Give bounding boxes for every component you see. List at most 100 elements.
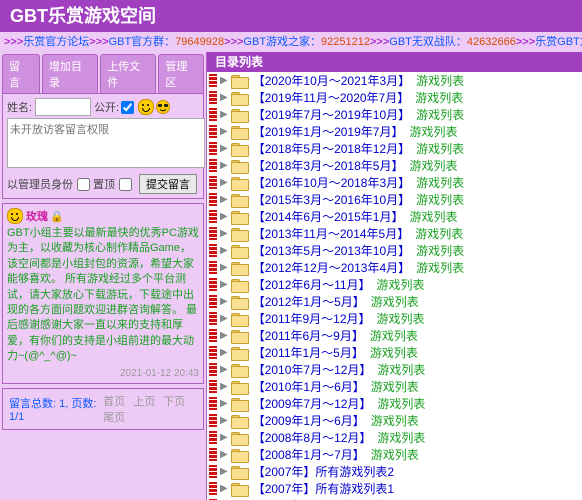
folder-icon: [231, 177, 249, 189]
folder-name[interactable]: 【2011年1月～5月】: [253, 344, 364, 361]
game-list-link[interactable]: 游戏列表: [370, 344, 418, 361]
game-list-link[interactable]: 游戏列表: [416, 140, 464, 157]
name-input[interactable]: [35, 98, 91, 116]
folder-name[interactable]: 【2009年1月～6月】: [253, 412, 365, 429]
game-list-link[interactable]: 游戏列表: [416, 242, 464, 259]
game-list-link[interactable]: 游戏列表: [371, 293, 419, 310]
folder-name[interactable]: 【2008年1月～7月】: [253, 446, 365, 463]
nav-link[interactable]: 乐赏官方论坛: [23, 36, 89, 48]
folder-row[interactable]: ▶【2018年3月～2018年5月】游戏列表: [207, 157, 582, 174]
folder-row[interactable]: ▶【2009年7月～12月】游戏列表: [207, 395, 582, 412]
game-list-link[interactable]: 游戏列表: [415, 89, 463, 106]
folder-row[interactable]: ▶【2007年】所有游戏列表2: [207, 463, 582, 480]
folder-name[interactable]: 【2007年】所有游戏列表1: [253, 480, 394, 497]
folder-row[interactable]: ▶【2016年10月～2018年3月】游戏列表: [207, 174, 582, 191]
nav-sep: >>>: [4, 36, 23, 48]
cool-icon[interactable]: [156, 100, 170, 114]
folder-row[interactable]: ▶【2010年1月～6月】游戏列表: [207, 378, 582, 395]
folder-row[interactable]: ▶【2015年3月～2016年10月】游戏列表: [207, 191, 582, 208]
folder-name[interactable]: 【2011年6月～9月】: [253, 327, 364, 344]
folder-name[interactable]: 【2012年1月～5月】: [253, 293, 365, 310]
folder-name[interactable]: 【2010年1月～6月】: [253, 378, 365, 395]
game-list-link[interactable]: 游戏列表: [371, 378, 419, 395]
folder-row[interactable]: ▶【2011年6月～9月】游戏列表: [207, 327, 582, 344]
folder-row[interactable]: ▶【2014年6月～2015年1月】游戏列表: [207, 208, 582, 225]
folder-row[interactable]: ▶【2019年1月～2019年7月】游戏列表: [207, 123, 582, 140]
folder-name[interactable]: 【2019年11月～2020年7月】: [253, 89, 410, 106]
folder-row[interactable]: ▶【2007年】所有游戏列表1: [207, 480, 582, 497]
folder-row[interactable]: ▶【2013年11月～2014年5月】游戏列表: [207, 225, 582, 242]
sidebar-tab[interactable]: 增加目录: [42, 54, 98, 93]
folder-row[interactable]: ▶【2008年1月～7月】游戏列表: [207, 446, 582, 463]
folder-row[interactable]: ▶【2018年5月～2018年12月】游戏列表: [207, 140, 582, 157]
folder-row[interactable]: ▶【2020年10月～2021年3月】游戏列表: [207, 72, 582, 89]
nav-link[interactable]: GBT无双战队：: [389, 36, 467, 48]
folder-name[interactable]: 【2016年10月～2018年3月】: [253, 174, 410, 191]
pager-last[interactable]: 尾页: [103, 412, 125, 424]
game-list-link[interactable]: 游戏列表: [377, 395, 425, 412]
folder-name[interactable]: 【2013年11月～2014年5月】: [253, 225, 410, 242]
folder-name[interactable]: 【2007年】所有游戏列表2: [253, 463, 394, 480]
folder-name[interactable]: 【2019年1月～2019年7月】: [253, 123, 404, 140]
folder-name[interactable]: 【2014年6月～2015年1月】: [253, 208, 404, 225]
pager-prev[interactable]: 上页: [133, 396, 155, 408]
folder-name[interactable]: 【2018年5月～2018年12月】: [253, 140, 410, 157]
folder-name[interactable]: 【2015年3月～2016年10月】: [253, 191, 410, 208]
game-list-link[interactable]: 游戏列表: [409, 157, 457, 174]
submit-button[interactable]: 提交留言: [139, 174, 197, 194]
game-list-link[interactable]: 游戏列表: [371, 412, 419, 429]
comment-textarea[interactable]: [7, 118, 205, 168]
folder-name[interactable]: 【2012年12月～2013年4月】: [253, 259, 410, 276]
folder-name[interactable]: 【2008年8月～12月】: [253, 429, 372, 446]
game-list-link[interactable]: 游戏列表: [371, 446, 419, 463]
folder-name[interactable]: 【2018年3月～2018年5月】: [253, 157, 404, 174]
game-list-link[interactable]: 游戏列表: [377, 276, 425, 293]
game-list-link[interactable]: 游戏列表: [409, 208, 457, 225]
game-list-link[interactable]: 游戏列表: [416, 106, 464, 123]
folder-row[interactable]: ▶【2012年1月～5月】游戏列表: [207, 293, 582, 310]
game-list-link[interactable]: 游戏列表: [377, 310, 425, 327]
game-list-link[interactable]: 游戏列表: [416, 191, 464, 208]
public-checkbox[interactable]: [121, 101, 134, 114]
row-marker-icon: [209, 125, 217, 138]
game-list-link[interactable]: 游戏列表: [377, 361, 425, 378]
pin-checkbox[interactable]: [119, 178, 132, 191]
folder-row[interactable]: ▶【2011年1月～5月】游戏列表: [207, 344, 582, 361]
folder-row[interactable]: ▶【2010年7月～12月】游戏列表: [207, 361, 582, 378]
game-list-link[interactable]: 游戏列表: [409, 123, 457, 140]
sidebar-tab[interactable]: 上传文件: [100, 54, 156, 93]
smile-icon[interactable]: [138, 99, 154, 115]
pager-next[interactable]: 下页: [163, 396, 185, 408]
folder-row[interactable]: ▶【2019年11月～2020年7月】游戏列表: [207, 89, 582, 106]
folder-row[interactable]: ▶【2008年8月～12月】游戏列表: [207, 429, 582, 446]
folder-row[interactable]: ▶【2009年1月～6月】游戏列表: [207, 412, 582, 429]
game-list-link[interactable]: 游戏列表: [416, 259, 464, 276]
folder-name[interactable]: 【2012年6月～11月】: [253, 276, 371, 293]
folder-icon: [231, 75, 249, 87]
folder-icon: [231, 160, 249, 172]
pager-first[interactable]: 首页: [103, 396, 125, 408]
folder-row[interactable]: ▶【2012年12月～2013年4月】游戏列表: [207, 259, 582, 276]
game-list-link[interactable]: 游戏列表: [415, 225, 463, 242]
folder-name[interactable]: 【2019年7月～2019年10月】: [253, 106, 410, 123]
folder-row[interactable]: ▶【2019年7月～2019年10月】游戏列表: [207, 106, 582, 123]
sidebar-tab[interactable]: 留 言: [2, 54, 40, 93]
admin-label: 以管理员身份: [7, 176, 73, 192]
folder-name[interactable]: 【2010年7月～12月】: [253, 361, 372, 378]
game-list-link[interactable]: 游戏列表: [416, 174, 464, 191]
folder-row[interactable]: ▶【2011年9月～12月】游戏列表: [207, 310, 582, 327]
game-list-link[interactable]: 游戏列表: [416, 72, 464, 89]
folder-name[interactable]: 【2011年9月～12月】: [253, 310, 371, 327]
sidebar-tab[interactable]: 管理区: [158, 54, 204, 93]
folder-row[interactable]: ▶【2012年6月～11月】游戏列表: [207, 276, 582, 293]
nav-link[interactable]: GBT游戏之家：: [243, 36, 321, 48]
nav-link[interactable]: GBT官方群：: [109, 36, 176, 48]
nav-link[interactable]: 乐赏GBT之家（傅仙）：: [535, 36, 582, 48]
folder-row[interactable]: ▶【2013年5月～2013年10月】游戏列表: [207, 242, 582, 259]
admin-checkbox[interactable]: [77, 178, 90, 191]
folder-name[interactable]: 【2009年7月～12月】: [253, 395, 372, 412]
folder-name[interactable]: 【2013年5月～2013年10月】: [253, 242, 410, 259]
game-list-link[interactable]: 游戏列表: [377, 429, 425, 446]
game-list-link[interactable]: 游戏列表: [370, 327, 418, 344]
folder-name[interactable]: 【2020年10月～2021年3月】: [253, 72, 410, 89]
